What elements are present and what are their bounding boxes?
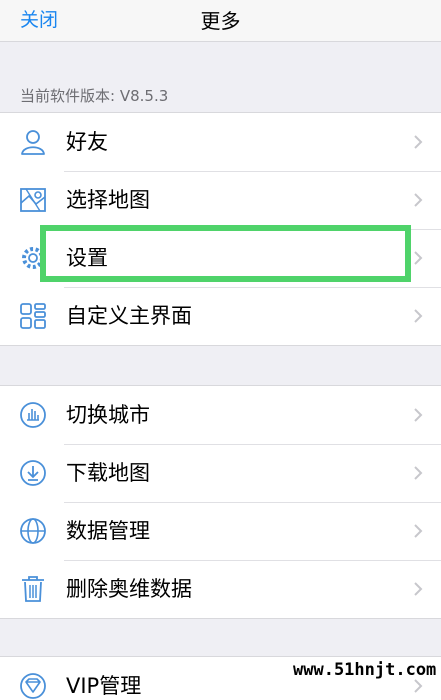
- gear-icon: [22, 247, 44, 269]
- chevron-right-icon: [414, 582, 423, 596]
- vip-icon: [20, 673, 46, 699]
- menu-item-label: 好友: [66, 130, 108, 154]
- menu-item-label: 选择地图: [66, 188, 150, 212]
- watermark: www.51hnjt.com: [293, 660, 437, 680]
- map-icon: [20, 188, 46, 212]
- person-icon: [21, 130, 45, 155]
- city-icon: [20, 402, 46, 428]
- menu-item-delete-data[interactable]: 删除奥维数据: [0, 560, 441, 618]
- menu-item-label: 删除奥维数据: [66, 577, 192, 601]
- trash-icon: [22, 576, 44, 602]
- chevron-right-icon: [414, 679, 423, 693]
- chevron-right-icon: [414, 524, 423, 538]
- menu-item-label: VIP管理: [66, 674, 142, 698]
- chevron-right-icon: [414, 408, 423, 422]
- menu-item-label: 下载地图: [66, 461, 150, 485]
- menu-item-customize-home[interactable]: 自定义主界面: [0, 287, 441, 345]
- chevron-right-icon: [414, 309, 423, 323]
- menu-item-label: 自定义主界面: [66, 304, 192, 328]
- download-icon: [20, 460, 46, 486]
- menu-group-2: 切换城市 下载地图 数据管理 删除奥维数据: [0, 385, 441, 619]
- chevron-right-icon: [414, 466, 423, 480]
- menu-item-label: 切换城市: [66, 403, 150, 427]
- menu-item-label: 数据管理: [66, 519, 150, 543]
- chevron-right-icon: [414, 251, 423, 265]
- menu-group-1: 好友 选择地图 设置 自定义主界面: [0, 112, 441, 346]
- chevron-right-icon: [414, 135, 423, 149]
- grid-icon: [20, 303, 46, 329]
- globe-icon: [20, 518, 46, 544]
- chevron-right-icon: [414, 193, 423, 207]
- menu-item-settings[interactable]: 设置: [0, 229, 441, 287]
- navigation-bar: 关闭 更多: [0, 0, 441, 42]
- menu-item-select-map[interactable]: 选择地图: [0, 171, 441, 229]
- version-label: 当前软件版本: V8.5.3: [20, 87, 169, 105]
- menu-item-label: 设置: [66, 246, 108, 270]
- menu-item-data-management[interactable]: 数据管理: [0, 502, 441, 560]
- menu-item-switch-city[interactable]: 切换城市: [0, 386, 441, 444]
- menu-item-download-map[interactable]: 下载地图: [0, 444, 441, 502]
- page-title: 更多: [200, 9, 241, 33]
- menu-item-friends[interactable]: 好友: [0, 113, 441, 171]
